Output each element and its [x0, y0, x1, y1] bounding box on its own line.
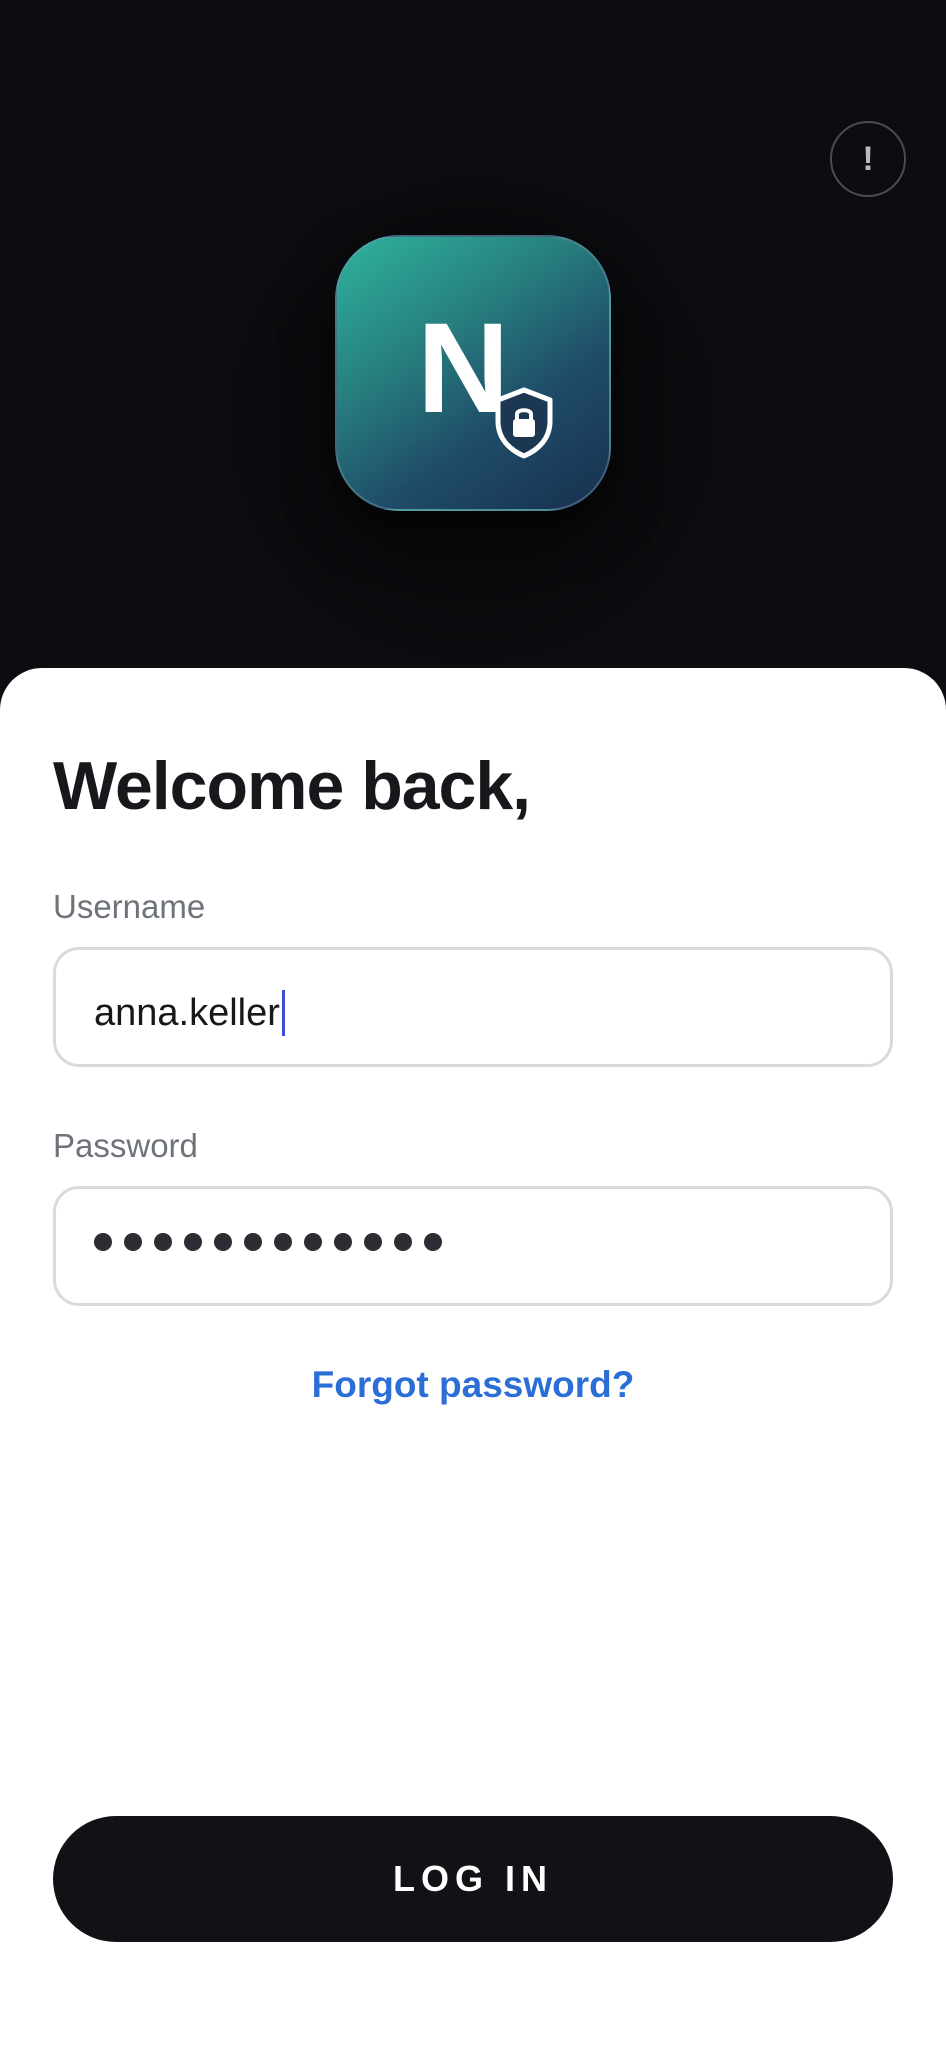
- forgot-password-link[interactable]: Forgot password?: [0, 1366, 946, 1403]
- username-value: anna.keller: [94, 990, 285, 1036]
- password-dot: [94, 1233, 112, 1251]
- password-dot: [304, 1233, 322, 1251]
- shield-lock-icon: [495, 387, 553, 459]
- app-logo: N: [335, 235, 611, 511]
- login-sheet: Welcome back, Username anna.keller Passw…: [0, 668, 946, 2048]
- password-dot: [364, 1233, 382, 1251]
- text-caret: [281, 990, 285, 1036]
- password-label: Password: [53, 1127, 198, 1164]
- alert-button[interactable]: !: [830, 121, 906, 197]
- password-dot: [124, 1233, 142, 1251]
- username-input[interactable]: anna.keller: [53, 947, 893, 1067]
- password-mask: [94, 1233, 442, 1251]
- username-label: Username: [53, 888, 206, 925]
- password-dot: [214, 1233, 232, 1251]
- password-dot: [424, 1233, 442, 1251]
- username-text: anna.keller: [94, 992, 280, 1034]
- page-title: Welcome back,: [53, 748, 531, 824]
- password-dot: [244, 1233, 262, 1251]
- password-dot: [334, 1233, 352, 1251]
- exclamation-icon: !: [862, 140, 874, 178]
- password-dot: [274, 1233, 292, 1251]
- password-dot: [184, 1233, 202, 1251]
- login-button[interactable]: LOG IN: [53, 1816, 893, 1942]
- login-screen: ! N Welcome back, Username anna.keller P…: [0, 0, 946, 2048]
- password-input[interactable]: [53, 1186, 893, 1306]
- password-dot: [394, 1233, 412, 1251]
- password-dot: [154, 1233, 172, 1251]
